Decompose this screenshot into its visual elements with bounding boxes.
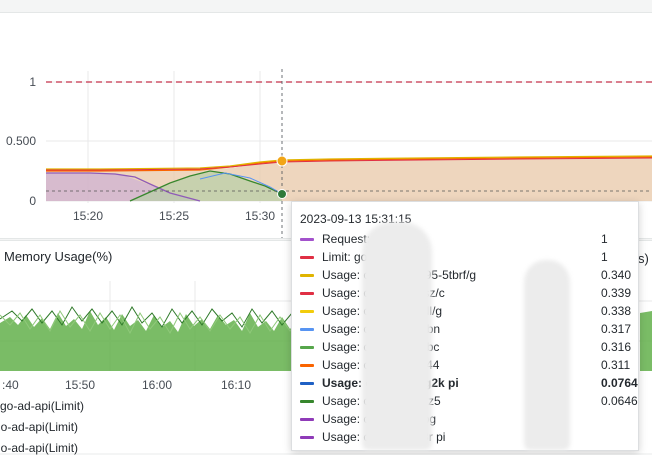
series-color-swatch <box>300 256 314 259</box>
series-value: 0.0764 <box>601 376 638 390</box>
redaction-blur <box>362 222 432 450</box>
series-label: Limit: go <box>322 250 368 264</box>
series-value: 1 <box>601 250 608 264</box>
tooltip-row: Usage: cd7495-57hbc0.316 <box>300 338 632 356</box>
tooltip-timestamp: 2023-09-13 15:31:15 <box>300 212 412 226</box>
tooltip-row: Usage: c api 5cd7495-5tbrf/g0.340 <box>300 266 632 284</box>
series-color-swatch <box>300 274 314 277</box>
tooltip-row: Limit: go 1 <box>300 248 630 266</box>
x-tick-label: 16:10 <box>221 378 251 392</box>
series-color-swatch <box>300 328 314 331</box>
memory-area <box>640 311 652 371</box>
tooltip-rows: Request: c1 Limit: go 1 Usage: c api 5cd749… <box>300 230 638 446</box>
tooltip-row: Usage: cd7495-6s9440.311 <box>300 356 630 374</box>
y-tick-label: 0.500 <box>6 134 36 148</box>
series-value: 0.338 <box>601 304 632 318</box>
tooltip-row: Usage: cd7495-6tbsz/c0.339 <box>300 284 632 302</box>
series-color-swatch <box>300 400 314 403</box>
y-tick-label: 0 <box>29 194 36 208</box>
series-color-swatch <box>300 238 314 241</box>
x-tick-label: 15:30 <box>245 209 275 223</box>
series-color-swatch <box>300 292 314 295</box>
series-color-swatch <box>300 418 314 421</box>
hover-point <box>277 189 287 199</box>
x-tick-label: :40 <box>2 378 19 392</box>
tooltip-row: Usage: cd7495-vwqz50.0646 <box>300 392 638 410</box>
x-tick-label: 15:25 <box>159 209 189 223</box>
series-color-swatch <box>300 436 314 439</box>
series-color-swatch <box>300 364 314 367</box>
tooltip-row: Usage: cd7495-694bn0.317 <box>300 320 632 338</box>
tooltip-row: Usage: cd7495-pw8r pi <box>300 428 630 446</box>
tooltip-row: Usage: cd7495-z5fdl/g0.338 <box>300 302 632 320</box>
hover-point <box>276 155 288 167</box>
series-value: 0.317 <box>601 322 632 336</box>
series-value: 0.339 <box>601 286 632 300</box>
series-color-swatch <box>300 382 314 385</box>
y-tick-label: 1 <box>29 75 36 89</box>
chart-tooltip: 2023-09-13 15:31:15 Request: c 1 Limit: go… <box>291 201 639 451</box>
redaction-blur <box>524 260 570 450</box>
series-value: 0.316 <box>601 340 632 354</box>
legend-item[interactable]: go-ad-api(Limit) <box>0 420 78 434</box>
legend-item[interactable]: go-ad-api(Limit) <box>0 441 78 455</box>
x-tick-label: 15:20 <box>73 209 103 223</box>
series-value: 0.0646 <box>601 394 638 408</box>
series-value: 1 <box>601 232 608 246</box>
series-color-swatch <box>300 346 314 349</box>
tooltip-row: Request: c1 <box>300 230 630 248</box>
series-value: 0.340 <box>601 268 632 282</box>
tooltip-row: Usage: cd7495-fxgpg <box>300 410 630 428</box>
legend-item[interactable]: go-ad-api(Limit) <box>0 399 84 413</box>
series-color-swatch <box>300 310 314 313</box>
x-tick-label: 15:50 <box>65 378 95 392</box>
tooltip-row: Usage: cd7495-8hg2k pi0.0764 <box>300 374 638 392</box>
x-tick-label: 16:00 <box>142 378 172 392</box>
series-value: 0.311 <box>601 358 631 372</box>
panel-title-fragment: s) <box>638 251 649 266</box>
